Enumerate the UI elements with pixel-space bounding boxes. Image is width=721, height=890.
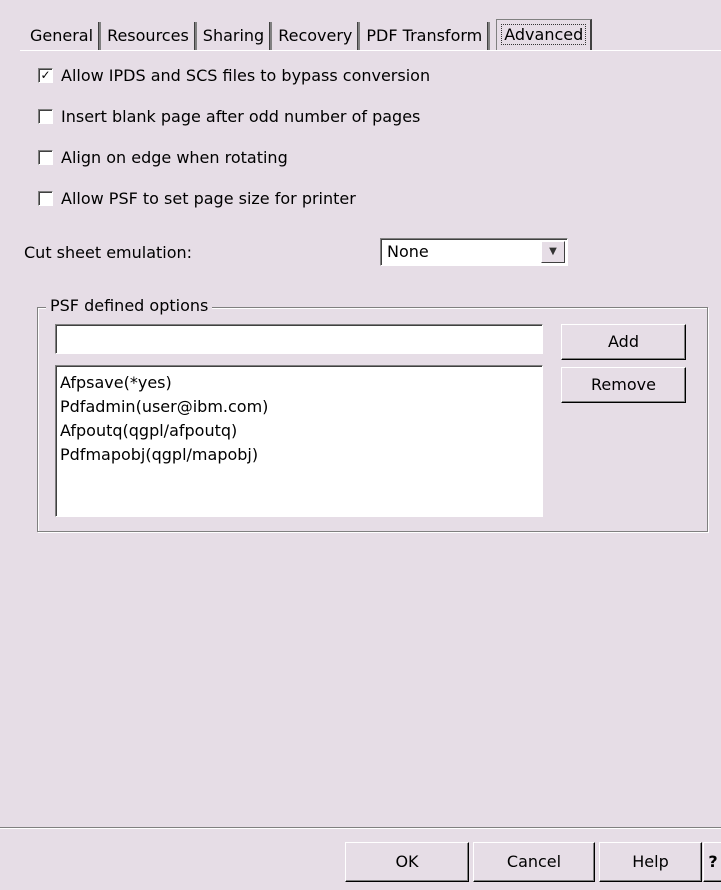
whats-this-help-button[interactable]: ? [703,842,721,882]
list-item[interactable]: Pdfmapobj(qgpl/mapobj) [60,444,258,466]
cut-sheet-value: None [387,242,429,261]
properties-dialog: General Resources Sharing Recovery PDF T… [0,0,721,890]
checkbox-box[interactable] [38,190,53,206]
checkbox-align-on-edge[interactable]: Align on edge when rotating [38,146,288,168]
tab-resources[interactable]: Resources [101,22,197,50]
ok-button[interactable]: OK [345,842,469,882]
cut-sheet-label: Cut sheet emulation: [24,243,193,262]
checkbox-label: Insert blank page after odd number of pa… [61,106,421,126]
psf-options-list[interactable]: Afpsave(*yes) Pdfadmin(user@ibm.com) Afp… [55,365,543,517]
tab-panel-border [20,50,721,51]
tab-advanced[interactable]: Advanced [496,19,593,50]
checkbox-psf-page-size[interactable]: Allow PSF to set page size for printer [38,187,356,209]
checkbox-insert-blank-page[interactable]: Insert blank page after odd number of pa… [38,105,420,127]
checkbox-label: Align on edge when rotating [61,147,288,167]
psf-option-input[interactable] [55,324,543,354]
checkbox-box[interactable] [38,149,53,165]
list-item[interactable]: Afpsave(*yes) [60,372,172,394]
help-button[interactable]: Help [599,842,702,882]
checkbox-box[interactable]: ✓ [38,67,53,83]
footer-divider-highlight [0,828,721,829]
tab-general[interactable]: General [24,22,102,50]
tab-bar: General Resources Sharing Recovery PDF T… [24,18,593,50]
cut-sheet-dropdown[interactable]: None ▼ [380,238,568,266]
list-item[interactable]: Pdfadmin(user@ibm.com) [60,396,268,418]
tab-pdf-transform[interactable]: PDF Transform [360,22,491,50]
list-item[interactable]: Afpoutq(qgpl/afpoutq) [60,420,237,442]
checkbox-label: Allow IPDS and SCS files to bypass conve… [61,65,431,85]
tab-sharing[interactable]: Sharing [197,22,273,50]
tab-recovery[interactable]: Recovery [272,22,361,50]
checkbox-bypass-conversion[interactable]: ✓ Allow IPDS and SCS files to bypass con… [38,64,430,86]
psf-options-title: PSF defined options [46,296,213,316]
chevron-down-icon[interactable]: ▼ [541,241,565,263]
checkbox-label: Allow PSF to set page size for printer [61,188,356,208]
cancel-button[interactable]: Cancel [473,842,595,882]
remove-button[interactable]: Remove [561,367,686,403]
checkbox-box[interactable] [38,108,53,124]
add-button[interactable]: Add [561,324,686,360]
